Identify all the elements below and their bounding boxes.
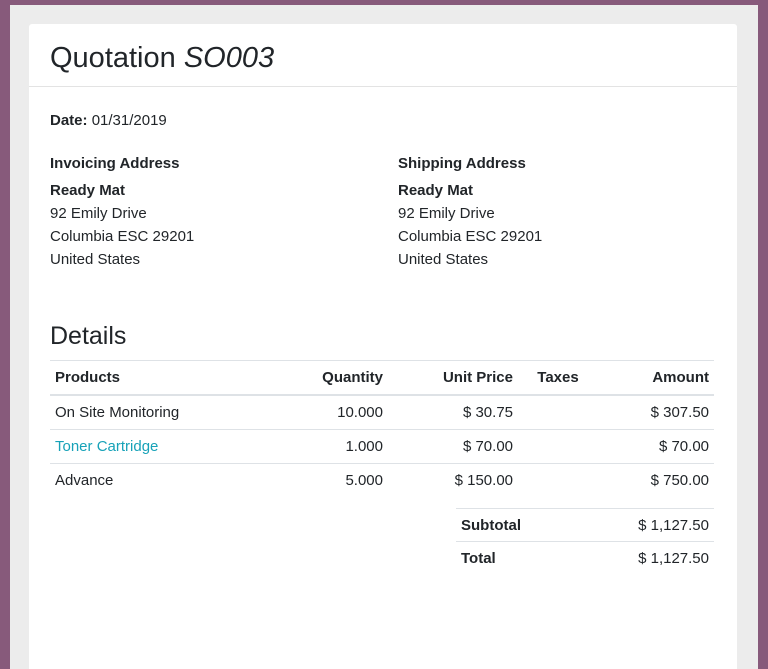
table-header-row: Products Quantity Unit Price Taxes Amoun…: [50, 360, 714, 396]
invoicing-address-heading: Invoicing Address: [50, 155, 180, 172]
line-taxes: [518, 395, 598, 430]
line-amount: $ 70.00: [598, 429, 714, 464]
total-value: $ 1,127.50: [575, 541, 714, 574]
card-header: Quotation SO003: [29, 24, 737, 87]
table-row: On Site Monitoring 10.000 $ 30.75 $ 307.…: [50, 395, 714, 430]
date-value: 01/31/2019: [91, 112, 167, 129]
col-unit-price: Unit Price: [388, 360, 518, 396]
quotation-number: SO003: [183, 42, 275, 74]
col-taxes: Taxes: [518, 360, 598, 396]
line-unit-price: $ 150.00: [454, 472, 513, 489]
date-label: Date:: [50, 112, 88, 129]
line-unit-price: $ 70.00: [388, 429, 518, 464]
line-taxes: [518, 464, 598, 498]
col-products: Products: [50, 360, 278, 396]
line-taxes: [518, 429, 598, 464]
title-label: Quotation: [50, 42, 176, 74]
line-product-link[interactable]: Toner Cartridge: [50, 429, 278, 464]
invoicing-name: Ready Mat: [50, 182, 126, 199]
line-quantity: 10.000: [278, 395, 388, 430]
subtotal-label: Subtotal: [456, 508, 576, 542]
line-unit-price: $ 30.75: [388, 395, 518, 430]
quotation-card: Quotation SO003 Date: 01/31/2019 Invoici…: [29, 24, 737, 669]
subtotal-value: $ 1,127.50: [575, 508, 714, 542]
totals-table: Subtotal $ 1,127.50 Total $ 1,127.50: [456, 508, 714, 574]
total-row: Total $ 1,127.50: [456, 541, 714, 574]
portal-background: Quotation SO003 Date: 01/31/2019 Invoici…: [10, 5, 758, 669]
line-quantity: 1.000: [278, 429, 388, 464]
col-amount: Amount: [598, 360, 714, 396]
shipping-address-heading: Shipping Address: [398, 155, 526, 172]
invoicing-country: United States: [50, 251, 141, 268]
page-title: Quotation SO003: [50, 41, 274, 75]
line-amount: $ 307.50: [598, 395, 714, 430]
col-quantity: Quantity: [278, 360, 388, 396]
shipping-street: 92 Emily Drive: [398, 205, 495, 222]
shipping-name: Ready Mat: [398, 182, 474, 199]
invoicing-address: Invoicing Address Ready Mat 92 Emily Dri…: [50, 152, 194, 271]
table-row: Advance 5.000 $ 150.00 $ 750.00: [50, 464, 714, 498]
details-heading: Details: [50, 322, 127, 350]
quotation-date: Date: 01/31/2019: [50, 112, 167, 129]
table-row: Toner Cartridge 1.000 $ 70.00 $ 70.00: [50, 429, 714, 464]
order-lines-table: Products Quantity Unit Price Taxes Amoun…: [50, 360, 714, 497]
shipping-country: United States: [398, 251, 489, 268]
line-product: Advance: [55, 472, 114, 489]
subtotal-row: Subtotal $ 1,127.50: [456, 508, 714, 542]
shipping-city: Columbia ESC 29201: [398, 228, 543, 245]
shipping-address: Shipping Address Ready Mat 92 Emily Driv…: [398, 152, 542, 271]
line-quantity: 5.000: [345, 472, 383, 489]
line-amount: $ 750.00: [650, 472, 709, 489]
line-product: On Site Monitoring: [50, 395, 278, 430]
invoicing-street: 92 Emily Drive: [50, 205, 147, 222]
total-label: Total: [456, 541, 576, 574]
invoicing-city: Columbia ESC 29201: [50, 228, 195, 245]
